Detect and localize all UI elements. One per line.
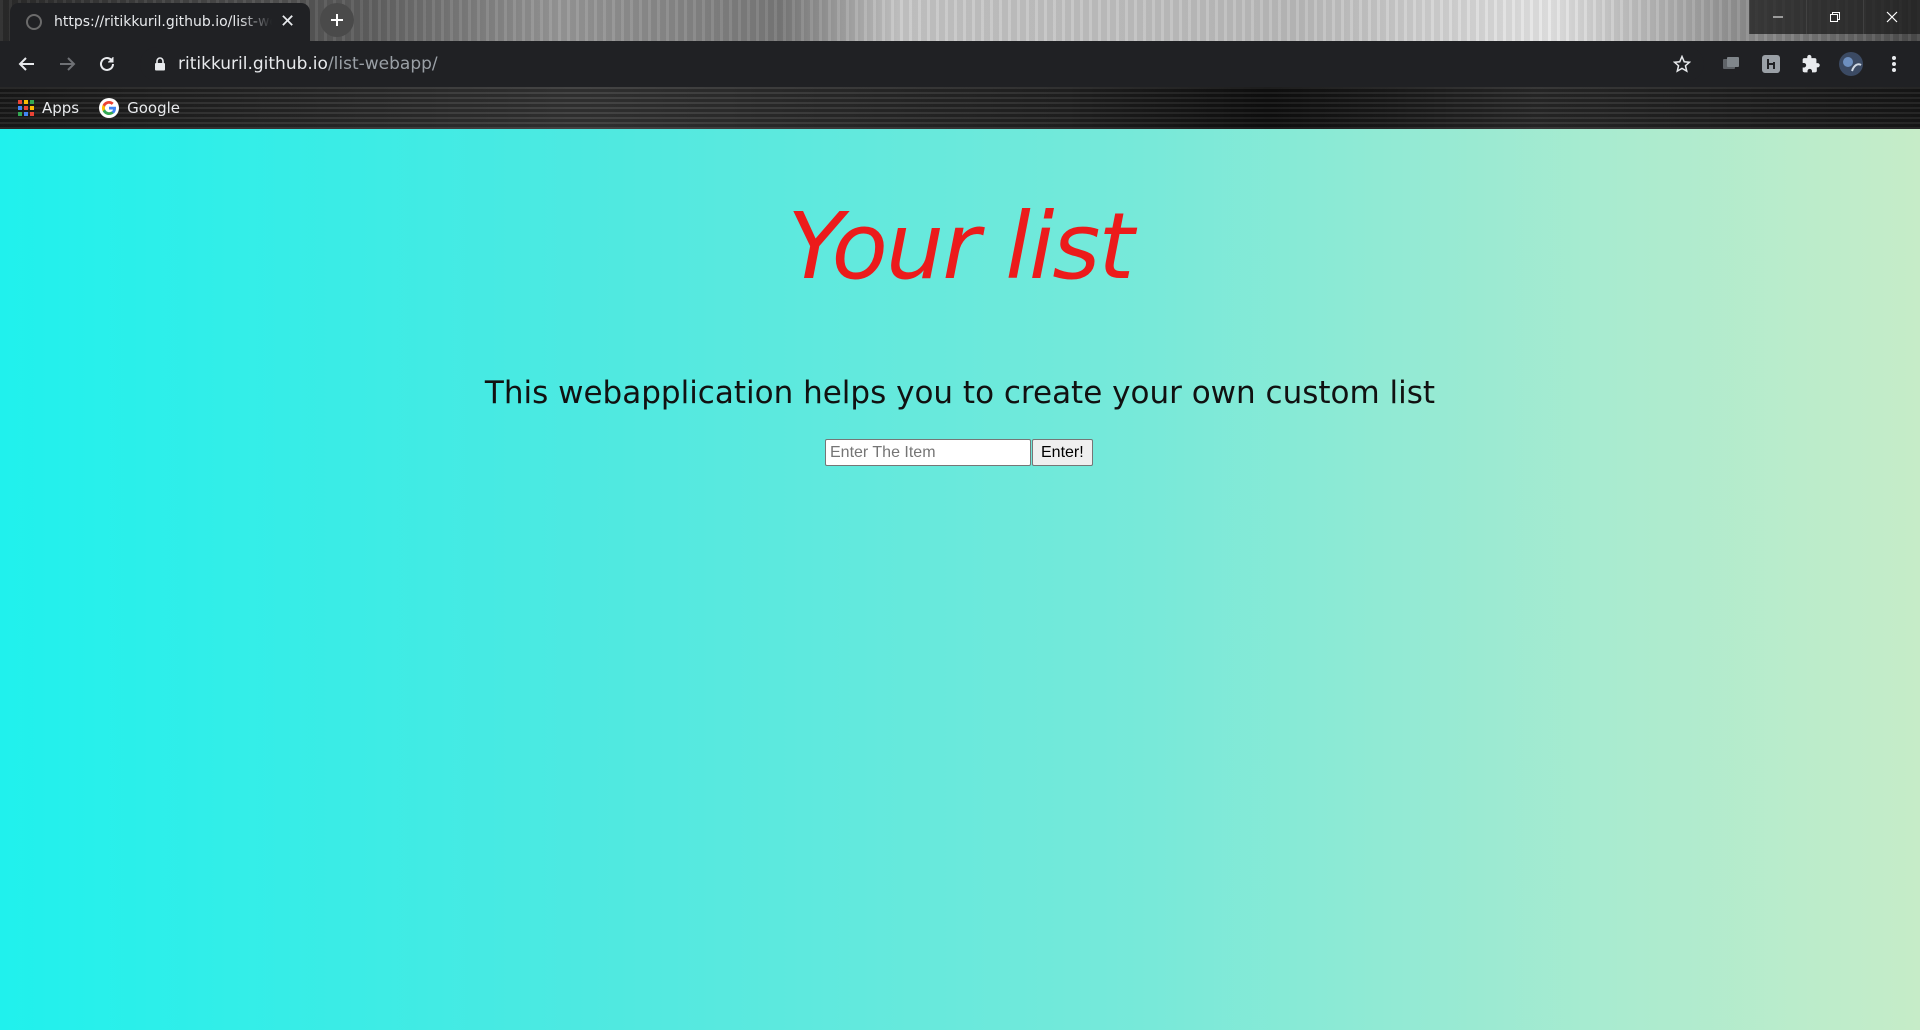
add-item-form: Enter! [825,439,1093,466]
apps-grid-icon [18,100,34,116]
page-subtitle: This webapplication helps you to create … [484,375,1436,411]
extensions-button[interactable] [1798,51,1824,77]
minimize-button[interactable] [1749,0,1806,34]
lock-icon [152,56,168,72]
bookmarks-bar: Apps Google [0,87,1920,129]
restore-icon [1830,12,1840,22]
page-content: Your list This webapplication helps you … [0,129,1920,1030]
star-icon [1673,55,1691,73]
forward-button[interactable] [52,49,82,79]
google-icon [99,98,120,118]
close-window-button[interactable] [1863,0,1920,34]
back-button[interactable] [12,49,42,79]
address-bar[interactable]: ritikkuril.github.io/list-webapp/ [140,47,1704,81]
tab-favicon-icon [26,14,42,30]
forward-arrow-icon [60,57,76,71]
bookmark-apps[interactable]: Apps [18,99,79,117]
extension-cast-button[interactable] [1718,51,1744,77]
puzzle-icon [1802,54,1820,73]
reload-button[interactable] [92,49,122,79]
bookmark-label: Apps [42,99,80,117]
browser-toolbar: ritikkuril.github.io/list-webapp/ [0,41,1920,87]
item-input[interactable] [825,439,1031,466]
avatar-icon [1839,52,1863,76]
back-arrow-icon [18,57,34,71]
new-tab-button[interactable] [320,3,354,37]
extension-h-button[interactable] [1758,51,1784,77]
menu-button[interactable] [1881,51,1907,77]
browser-tab[interactable]: https://ritikkuril.github.io/list-webapp… [10,3,310,41]
bookmark-google[interactable]: Google [99,98,180,118]
url-host: ritikkuril.github.io [178,54,328,74]
window-controls [1749,0,1920,34]
more-vert-icon [1892,56,1896,72]
enter-button[interactable]: Enter! [1032,439,1093,466]
url-path: /list-webapp/ [327,54,438,74]
bookmark-label: Google [127,99,181,117]
page-heading: Your list [787,193,1135,300]
tab-strip: https://ritikkuril.github.io/list-webapp… [0,0,1920,41]
bookmark-star-button[interactable] [1669,51,1695,77]
cast-extension-icon [1723,57,1739,69]
url-text: ritikkuril.github.io/list-webapp/ [178,54,438,74]
tab-close-icon[interactable]: ✕ [280,13,295,31]
plus-icon [331,14,343,26]
tab-title: https://ritikkuril.github.io/list-webapp… [54,14,272,30]
close-icon [1886,11,1898,23]
minimize-icon [1773,16,1783,18]
reload-icon [100,56,114,71]
restore-button[interactable] [1806,0,1863,34]
h-extension-icon [1762,55,1780,73]
profile-avatar[interactable] [1838,51,1864,77]
